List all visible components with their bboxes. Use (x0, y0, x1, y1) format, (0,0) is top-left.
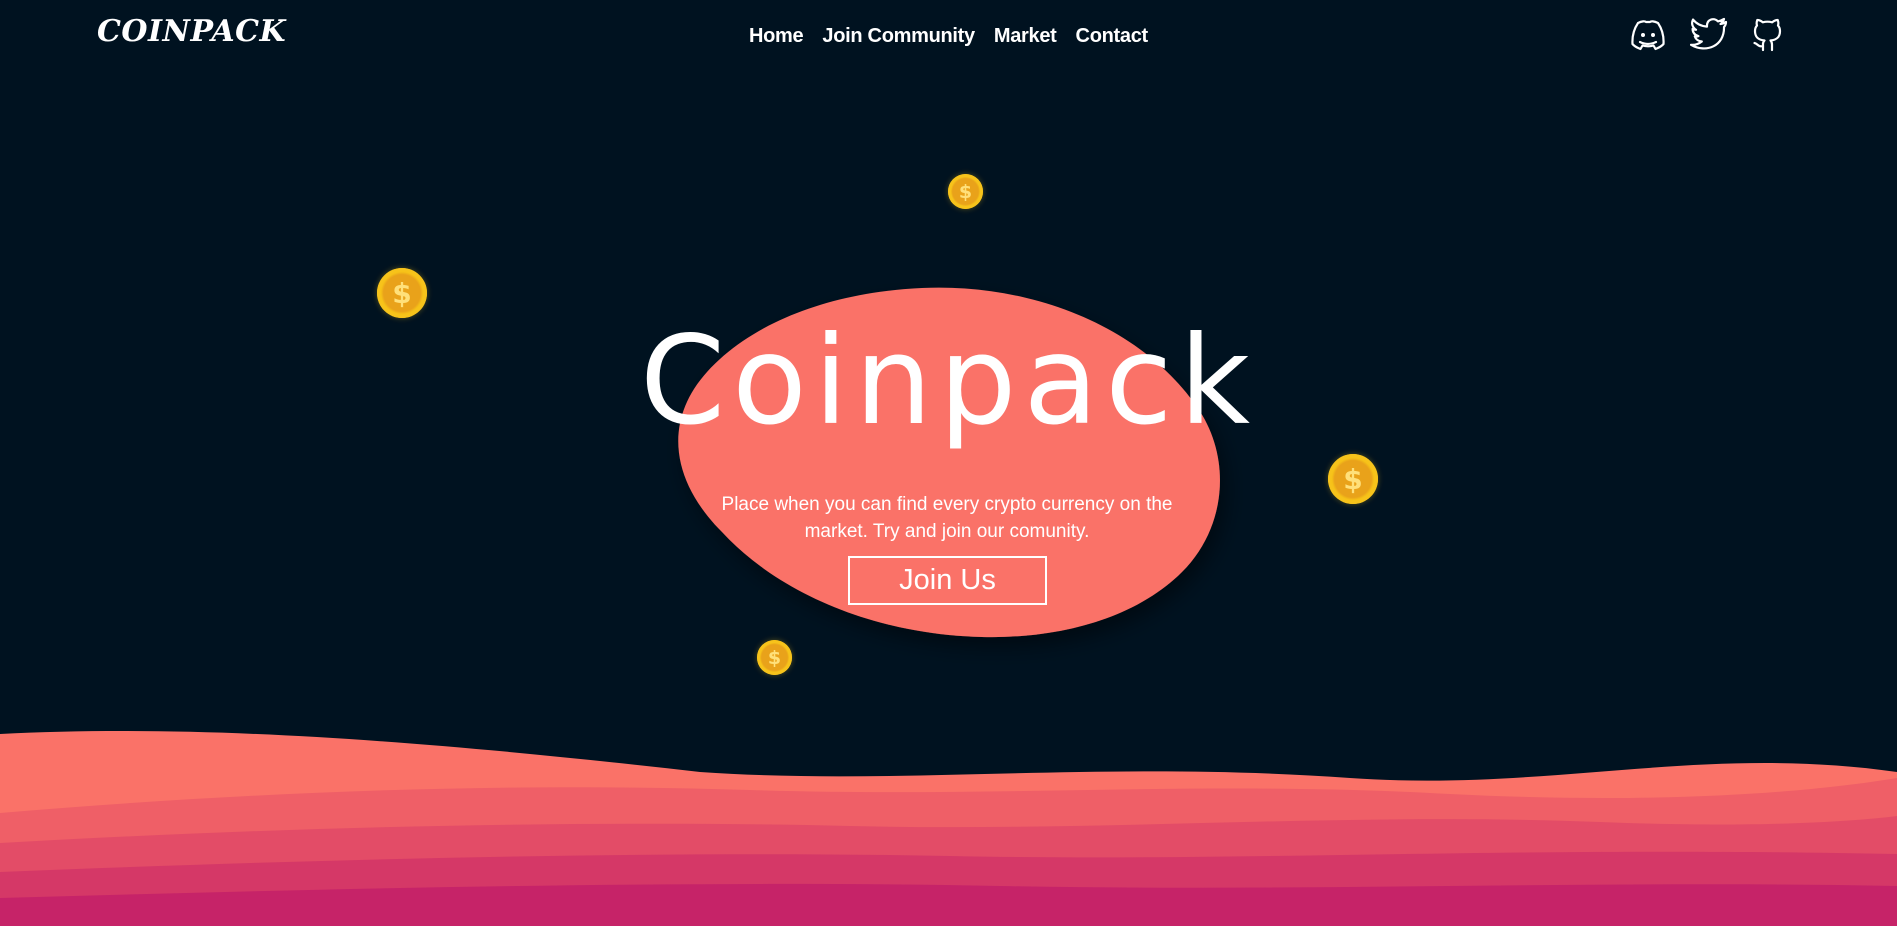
join-us-button[interactable]: Join Us (848, 556, 1047, 605)
nav-link-home[interactable]: Home (749, 25, 804, 48)
coin-icon: $ (377, 268, 427, 318)
coin-icon: $ (757, 640, 792, 675)
hero-title: Coinpack (640, 310, 1257, 452)
nav-link-market[interactable]: Market (994, 25, 1057, 48)
github-icon[interactable] (1748, 16, 1788, 52)
brand-logo[interactable]: COINPACK (97, 14, 286, 49)
twitter-icon[interactable] (1690, 16, 1730, 52)
coin-symbol: $ (392, 276, 412, 310)
nav-link-contact[interactable]: Contact (1076, 25, 1149, 48)
coin-symbol: $ (958, 180, 973, 203)
nav-link-join-community[interactable]: Join Community (822, 25, 975, 48)
nav-links: Home Join Community Market Contact (749, 25, 1148, 48)
navbar: COINPACK Home Join Community Market Cont… (0, 0, 1897, 80)
hero-subtitle: Place when you can find every crypto cur… (721, 494, 1173, 542)
coin-icon: $ (1328, 454, 1378, 504)
coin-icon: $ (948, 174, 983, 209)
wave-background (0, 720, 1897, 926)
discord-icon[interactable] (1628, 16, 1668, 52)
coin-symbol: $ (767, 646, 782, 669)
coin-symbol: $ (1343, 462, 1363, 496)
